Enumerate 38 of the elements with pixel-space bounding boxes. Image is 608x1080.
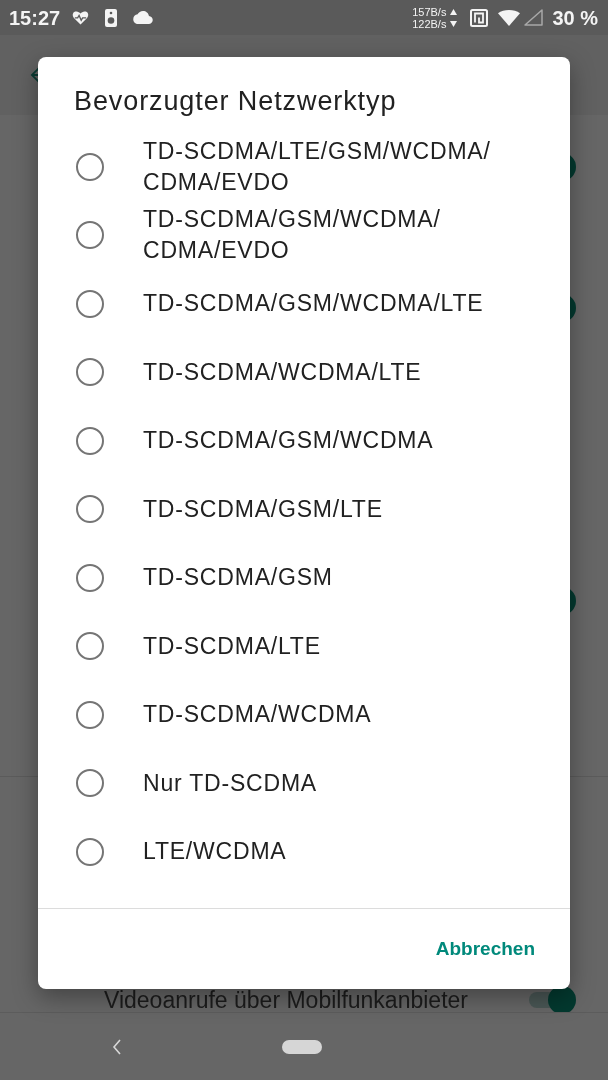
cloud-icon	[133, 11, 154, 24]
radio-button[interactable]	[76, 700, 104, 729]
option-label[interactable]: TD-SCDMA/LTE/GSM/WCDMA/CDMA/EVDO	[143, 135, 505, 198]
option-label[interactable]: Nur TD-SCDMA	[143, 767, 317, 799]
dialog-title: Bevorzugter Netzwerktyp	[74, 86, 397, 116]
option-label[interactable]: TD-SCDMA/GSM/WCDMA	[143, 425, 434, 457]
radio-button[interactable]	[76, 358, 104, 387]
status-time: 15:27	[9, 5, 61, 30]
setting-label: Videoanrufe über Mobilfunkanbieter	[104, 987, 468, 1012]
radio-button[interactable]	[76, 152, 104, 181]
option-label[interactable]: TD-SCDMA/GSM/LTE	[143, 493, 383, 525]
option-label[interactable]: LTE/WCDMA	[143, 836, 287, 868]
battery-percent: 30 %	[552, 5, 598, 30]
option-label[interactable]: TD-SCDMA/GSM/WCDMA/LTE	[143, 288, 484, 320]
radio-button[interactable]	[76, 221, 104, 250]
option-label[interactable]: TD-SCDMA/WCDMA	[143, 699, 372, 731]
option-label[interactable]: TD-SCDMA/GSM	[143, 562, 333, 594]
radio-button[interactable]	[76, 632, 104, 661]
nfc-icon	[470, 8, 489, 27]
option-label[interactable]: TD-SCDMA/WCDMA/LTE	[143, 356, 422, 388]
option-label[interactable]: TD-SCDMA/LTE	[143, 630, 321, 662]
signal-icon	[524, 9, 544, 26]
heart-pulse-icon	[72, 10, 90, 25]
radio-button[interactable]	[76, 495, 104, 524]
back-chevron-icon[interactable]	[112, 1038, 122, 1055]
radio-button[interactable]	[76, 563, 104, 592]
download-speed: 122B/s	[412, 17, 447, 30]
upload-speed: 157B/s	[412, 5, 447, 18]
cancel-button[interactable]: Abbrechen	[427, 929, 543, 969]
radio-button[interactable]	[76, 426, 104, 455]
radio-button[interactable]	[76, 769, 104, 798]
option-label[interactable]: TD-SCDMA/GSM/WCDMA/CDMA/EVDO	[143, 204, 505, 267]
up-down-arrows-icon	[450, 6, 458, 29]
home-pill[interactable]	[282, 1039, 322, 1054]
radio-button[interactable]	[76, 837, 104, 866]
wifi-icon	[498, 9, 521, 26]
radio-button[interactable]	[76, 289, 104, 318]
speaker-icon	[105, 8, 118, 27]
